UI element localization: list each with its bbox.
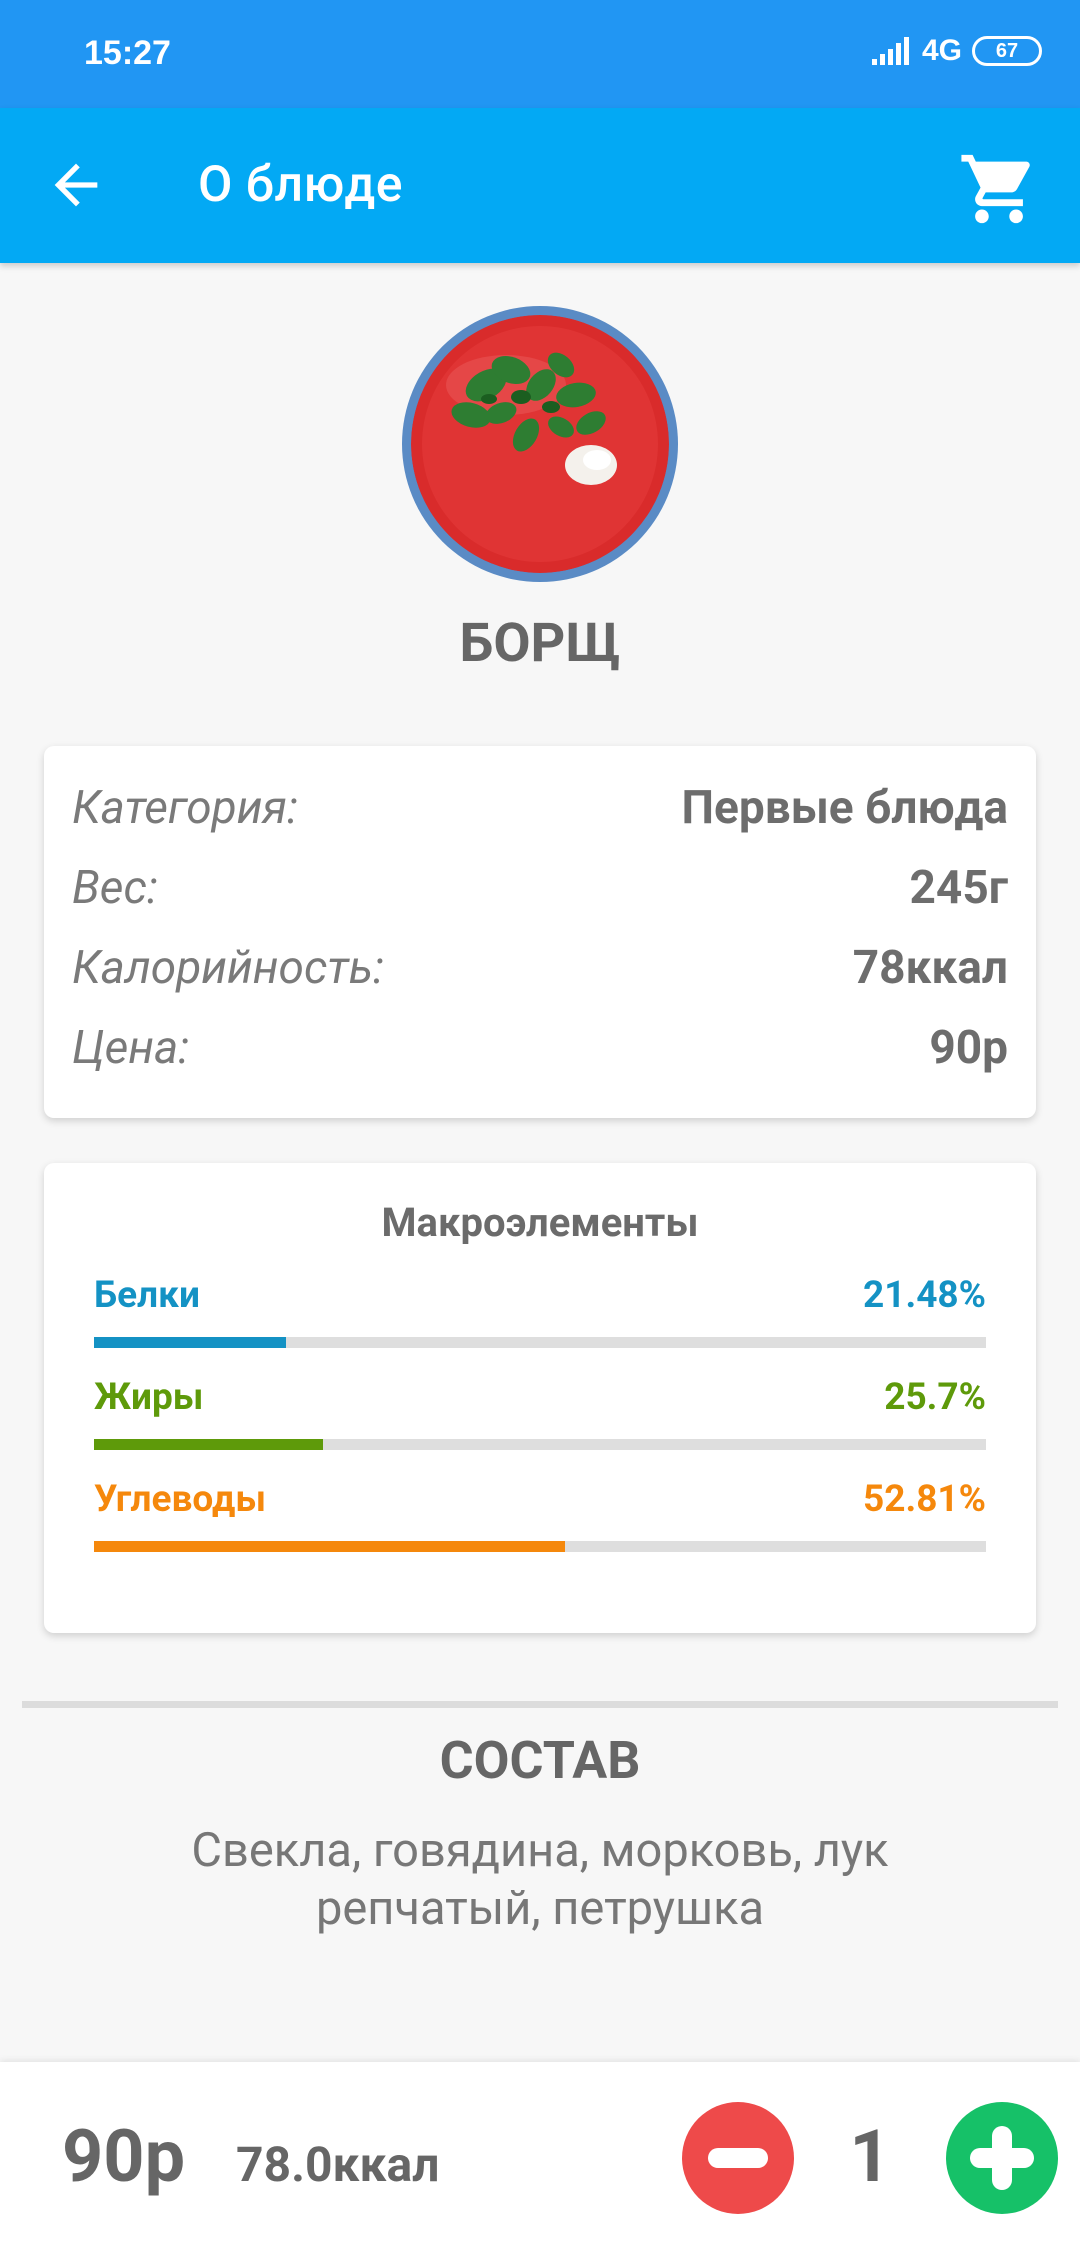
order-bar: 90р 78.0ккал 1 — [0, 2062, 1080, 2248]
status-icons: 4G 67 — [871, 34, 1042, 68]
page-title: О блюде — [198, 156, 404, 214]
macro-row-carbs: Углеводы 52.81% — [94, 1478, 986, 1552]
composition-text: Свекла, говядина, морковь, лук репчатый,… — [191, 1823, 889, 1936]
minus-icon — [708, 2148, 768, 2168]
info-row-price: Цена: 90р — [72, 1008, 1008, 1088]
back-button[interactable] — [44, 153, 108, 217]
quantity-value: 1 — [849, 2114, 891, 2199]
status-time: 15:27 — [84, 34, 171, 72]
macro-progress-fill — [94, 1337, 286, 1348]
status-bar: 15:27 4G 67 — [0, 0, 1080, 108]
arrow-back-icon — [54, 163, 98, 207]
total-calories: 78.0ккал — [236, 2136, 440, 2193]
dish-info-card: Категория: Первые блюда Вес: 245г Калори… — [44, 746, 1036, 1118]
total-price: 90р — [62, 2114, 186, 2199]
info-label: Калорийность: — [72, 941, 385, 995]
macros-title: Макроэлементы — [381, 1199, 699, 1246]
cart-button[interactable] — [958, 148, 1040, 230]
macro-value: 25.7% — [884, 1376, 986, 1419]
macro-label: Жиры — [94, 1376, 204, 1419]
cart-icon — [961, 154, 1030, 224]
info-row-category: Категория: Первые блюда — [72, 768, 1008, 848]
macro-progress-fill — [94, 1439, 324, 1450]
section-divider — [22, 1701, 1058, 1708]
macro-progress-track — [94, 1439, 986, 1450]
battery-level: 67 — [995, 39, 1019, 62]
macro-progress-track — [94, 1337, 986, 1348]
macro-value: 21.48% — [863, 1274, 986, 1317]
decrease-quantity-button[interactable] — [682, 2102, 794, 2214]
info-label: Цена: — [72, 1021, 190, 1075]
info-value: 90р — [929, 1021, 1008, 1075]
info-row-weight: Вес: 245г — [72, 848, 1008, 928]
battery-indicator: 67 — [972, 36, 1042, 66]
app-bar: О блюде — [0, 108, 1080, 263]
macro-label: Белки — [94, 1274, 200, 1317]
macro-progress-track — [94, 1541, 986, 1552]
macros-card: Макроэлементы Белки 21.48% Жиры 25.7% Уг… — [44, 1163, 1036, 1633]
info-value: 78ккал — [852, 941, 1008, 995]
borscht-plate-icon — [411, 315, 669, 573]
increase-quantity-button[interactable] — [946, 2102, 1058, 2214]
macro-progress-fill — [94, 1541, 566, 1552]
info-value: 245г — [909, 861, 1008, 915]
info-value: Первые блюда — [681, 781, 1008, 835]
network-type: 4G — [921, 34, 962, 67]
macro-label: Углеводы — [94, 1478, 267, 1521]
signal-icon — [871, 37, 909, 65]
info-label: Категория: — [72, 781, 298, 835]
macro-value: 52.81% — [863, 1478, 986, 1521]
dish-name: БОРЩ — [459, 612, 621, 675]
dish-image — [402, 306, 678, 582]
macro-row-protein: Белки 21.48% — [94, 1274, 986, 1348]
info-label: Вес: — [72, 861, 158, 915]
macro-row-fat: Жиры 25.7% — [94, 1376, 986, 1450]
info-row-calories: Калорийность: 78ккал — [72, 928, 1008, 1008]
composition-title: СОСТАВ — [439, 1730, 641, 1791]
